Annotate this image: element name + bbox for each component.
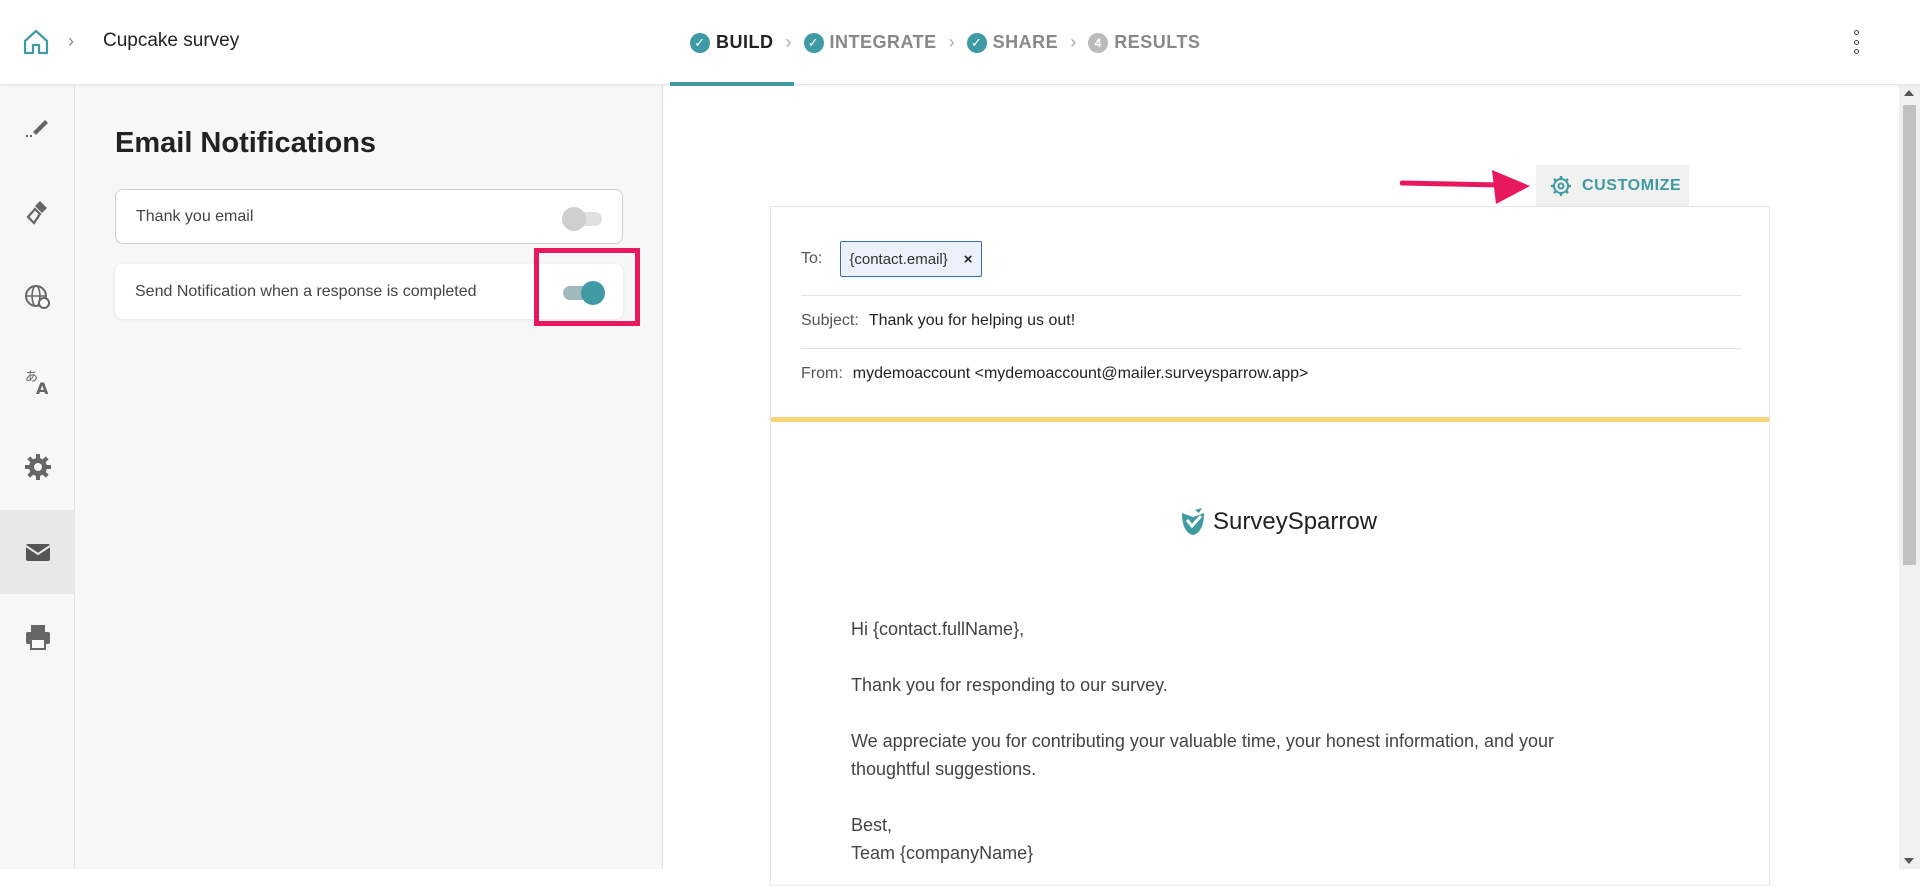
rail-item-settings[interactable] [0,425,75,509]
mail-icon [24,544,51,561]
toggle-highlight-box [534,248,640,326]
check-icon: ✓ [690,32,710,53]
thank-you-email-toggle[interactable] [562,207,602,231]
divider [801,348,1741,349]
survey-name[interactable]: Cupcake survey [103,30,239,52]
arrow-annotation-icon [1400,170,1530,204]
rail-item-print[interactable] [0,595,75,679]
from-label: From: [801,365,843,382]
scroll-down-icon[interactable] [1904,858,1914,864]
home-icon[interactable] [22,28,50,56]
more-options-icon[interactable] [1853,30,1859,54]
email-line-1: Thank you for responding to our survey. [851,675,1168,695]
rail-item-language-web[interactable] [0,255,75,339]
to-label: To: [801,250,823,267]
subject-value[interactable]: Thank you for helping us out! [869,312,1075,330]
step-number-badge: 4 [1088,32,1109,53]
email-line-2: We appreciate you for contributing your … [851,731,1555,779]
left-rail: あ A [0,85,75,869]
from-row: From: mydemoaccount <mydemoaccount@maile… [801,362,1741,386]
pen-icon [25,120,48,137]
divider [801,295,1741,296]
step-results[interactable]: 4 RESULTS [1068,0,1220,85]
rail-item-theme[interactable] [0,170,75,254]
email-notifications-panel: Email Notifications Thank you email Send… [75,85,663,869]
build-steps: ✓ BUILD › ✓ INTEGRATE › ✓ SHARE › 4 RESU… [670,0,1220,86]
panel-title: Email Notifications [115,127,377,159]
thank-you-email-option: Thank you email [115,189,623,244]
translate-icon: あ A [25,370,49,397]
customize-button[interactable]: CUSTOMIZE [1536,165,1689,207]
chevron-right-icon: › [68,31,74,51]
header-divider [771,417,1769,422]
subject-label: Subject: [801,312,859,329]
to-row: To: {contact.email} × [801,240,1741,278]
gear-icon [1551,176,1571,196]
option-label: Thank you email [136,207,254,225]
printer-icon [25,625,50,650]
top-header: › Cupcake survey ✓ BUILD › ✓ INTEGRATE ›… [0,0,1920,86]
step-integrate[interactable]: ✓ INTEGRATE [784,0,957,85]
svg-text:A: A [36,379,49,397]
rail-item-design[interactable] [0,85,75,169]
option-label: Send Notification when a response is com… [135,282,477,300]
email-signature: Team {companyName} [851,843,1034,863]
paint-brush-icon [25,201,47,225]
subject-row: Subject: Thank you for helping us out! [801,309,1741,333]
step-share[interactable]: ✓ SHARE [947,0,1079,85]
close-icon[interactable]: × [964,251,973,268]
scroll-thumb[interactable] [1903,105,1916,565]
check-icon: ✓ [966,32,987,53]
rail-item-translate[interactable]: あ A [0,340,75,424]
check-icon: ✓ [803,32,824,53]
step-build[interactable]: ✓ BUILD [670,0,794,86]
email-greeting: Hi {contact.fullName}, [851,619,1025,639]
scroll-up-icon[interactable] [1904,90,1914,96]
surveysparrow-logo: SurveySparrow [1179,507,1377,537]
email-signoff: Best, [851,815,893,835]
vertical-scrollbar[interactable] [1899,85,1920,869]
recipient-chip[interactable]: {contact.email} × [840,241,982,277]
from-value: mydemoaccount <mydemoaccount@mailer.surv… [852,365,1309,382]
email-card: To: {contact.email} × Subject: Thank you… [770,206,1770,886]
rail-item-email[interactable] [0,510,75,594]
gear-icon [24,454,51,480]
globe-icon [24,285,50,309]
sparrow-logo-icon [1182,508,1204,535]
